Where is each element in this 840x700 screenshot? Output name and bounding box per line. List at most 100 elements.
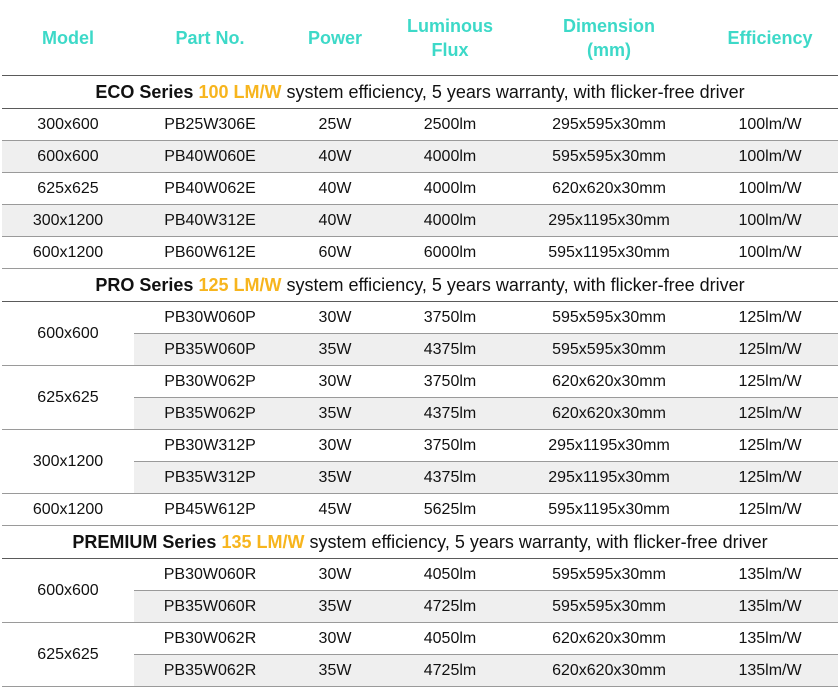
cell-efficiency: 135lm/W <box>702 590 838 623</box>
series-row-pro: PRO Series 125 LM/W system efficiency, 5… <box>2 268 838 302</box>
cell-power: 35W <box>286 397 384 430</box>
cell-power: 25W <box>286 108 384 141</box>
header-row: Model Part No. Power Luminous Flux Dimens… <box>2 0 838 76</box>
product-spec-table: Model Part No. Power Luminous Flux Dimens… <box>2 0 838 687</box>
cell-power: 30W <box>286 558 384 591</box>
cell-efficiency: 100lm/W <box>702 204 838 237</box>
cell-power: 40W <box>286 172 384 205</box>
cell-power: 35W <box>286 461 384 494</box>
series-efficiency: 135 LM/W <box>221 531 305 552</box>
cell-dimension: 595x595x30mm <box>516 590 702 623</box>
series-name: ECO Series <box>95 81 194 102</box>
series-heading: PREMIUM Series 135 LM/W system efficienc… <box>2 525 838 559</box>
series-heading: ECO Series 100 LM/W system efficiency, 5… <box>2 75 838 109</box>
cell-part-no: PB35W060R <box>134 590 286 623</box>
cell-efficiency: 135lm/W <box>702 558 838 591</box>
cell-dimension: 595x595x30mm <box>516 333 702 366</box>
header-flux-line2: Flux <box>431 39 469 60</box>
series-row-premium: PREMIUM Series 135 LM/W system efficienc… <box>2 525 838 559</box>
cell-dimension: 295x1195x30mm <box>516 429 702 462</box>
cell-flux: 3750lm <box>384 301 516 334</box>
cell-model: 600x600 <box>2 140 134 173</box>
header-model: Model <box>2 0 134 76</box>
cell-flux: 3750lm <box>384 429 516 462</box>
cell-flux: 5625lm <box>384 493 516 526</box>
cell-flux: 4000lm <box>384 204 516 237</box>
cell-flux: 4375lm <box>384 461 516 494</box>
cell-dimension: 620x620x30mm <box>516 365 702 398</box>
series-name: PRO Series <box>95 274 194 295</box>
cell-dimension: 595x1195x30mm <box>516 493 702 526</box>
table-row: 300x1200 PB30W312P 30W 3750lm 295x1195x3… <box>2 429 838 494</box>
cell-dimension: 595x595x30mm <box>516 140 702 173</box>
header-dim-line1: Dimension <box>562 15 655 36</box>
cell-power: 30W <box>286 429 384 462</box>
cell-power: 35W <box>286 654 384 687</box>
cell-flux: 4375lm <box>384 397 516 430</box>
cell-flux: 6000lm <box>384 236 516 269</box>
cell-efficiency: 100lm/W <box>702 172 838 205</box>
cell-model: 625x625 <box>2 622 134 687</box>
cell-flux: 4000lm <box>384 172 516 205</box>
cell-flux: 4050lm <box>384 558 516 591</box>
cell-power: 60W <box>286 236 384 269</box>
cell-part-no: PB30W062P <box>134 365 286 398</box>
cell-power: 45W <box>286 493 384 526</box>
cell-flux: 4000lm <box>384 140 516 173</box>
table-row: 600x600 PB30W060R 30W 4050lm 595x595x30m… <box>2 558 838 623</box>
cell-part-no: PB30W060R <box>134 558 286 591</box>
cell-part-no: PB25W306E <box>134 108 286 141</box>
cell-part-no: PB60W612E <box>134 236 286 269</box>
cell-part-no: PB45W612P <box>134 493 286 526</box>
header-luminous-flux: Luminous Flux <box>384 0 516 76</box>
table-row: 300x600 PB25W306E 25W 2500lm 295x595x30m… <box>2 108 838 141</box>
series-heading: PRO Series 125 LM/W system efficiency, 5… <box>2 268 838 302</box>
cell-efficiency: 125lm/W <box>702 301 838 334</box>
table-row: 625x625 PB30W062R 30W 4050lm 620x620x30m… <box>2 622 838 687</box>
cell-part-no: PB35W062P <box>134 397 286 430</box>
cell-efficiency: 125lm/W <box>702 429 838 462</box>
cell-power: 40W <box>286 140 384 173</box>
cell-model: 600x600 <box>2 558 134 623</box>
cell-model: 600x1200 <box>2 236 134 269</box>
series-description: system efficiency, 5 years warranty, wit… <box>309 531 768 552</box>
header-power: Power <box>286 0 384 76</box>
cell-dimension: 595x595x30mm <box>516 558 702 591</box>
cell-flux: 4375lm <box>384 333 516 366</box>
cell-dimension: 620x620x30mm <box>516 172 702 205</box>
cell-efficiency: 125lm/W <box>702 365 838 398</box>
cell-efficiency: 100lm/W <box>702 140 838 173</box>
cell-flux: 4725lm <box>384 590 516 623</box>
cell-model: 625x625 <box>2 172 134 205</box>
cell-power: 35W <box>286 590 384 623</box>
table-row: 600x1200 PB45W612P 45W 5625lm 595x1195x3… <box>2 493 838 526</box>
cell-model: 600x1200 <box>2 493 134 526</box>
header-efficiency: Efficiency <box>702 0 838 76</box>
table-row: 625x625 PB40W062E 40W 4000lm 620x620x30m… <box>2 172 838 205</box>
cell-dimension: 295x595x30mm <box>516 108 702 141</box>
cell-model: 600x600 <box>2 301 134 366</box>
cell-model: 300x1200 <box>2 204 134 237</box>
cell-power: 40W <box>286 204 384 237</box>
table-row: 600x600 PB40W060E 40W 4000lm 595x595x30m… <box>2 140 838 173</box>
cell-flux: 4050lm <box>384 622 516 655</box>
table-row: 300x1200 PB40W312E 40W 4000lm 295x1195x3… <box>2 204 838 237</box>
series-row-eco: ECO Series 100 LM/W system efficiency, 5… <box>2 75 838 109</box>
cell-power: 30W <box>286 365 384 398</box>
cell-power: 30W <box>286 622 384 655</box>
cell-part-no: PB40W062E <box>134 172 286 205</box>
cell-part-no: PB35W062R <box>134 654 286 687</box>
cell-efficiency: 125lm/W <box>702 333 838 366</box>
series-name: PREMIUM Series <box>72 531 217 552</box>
cell-dimension: 620x620x30mm <box>516 397 702 430</box>
cell-flux: 4725lm <box>384 654 516 687</box>
cell-flux: 2500lm <box>384 108 516 141</box>
cell-efficiency: 125lm/W <box>702 493 838 526</box>
cell-part-no: PB30W062R <box>134 622 286 655</box>
series-description: system efficiency, 5 years warranty, wit… <box>286 274 745 295</box>
cell-model: 300x1200 <box>2 429 134 494</box>
cell-model: 625x625 <box>2 365 134 430</box>
cell-dimension: 295x1195x30mm <box>516 461 702 494</box>
cell-flux: 3750lm <box>384 365 516 398</box>
cell-part-no: PB40W060E <box>134 140 286 173</box>
